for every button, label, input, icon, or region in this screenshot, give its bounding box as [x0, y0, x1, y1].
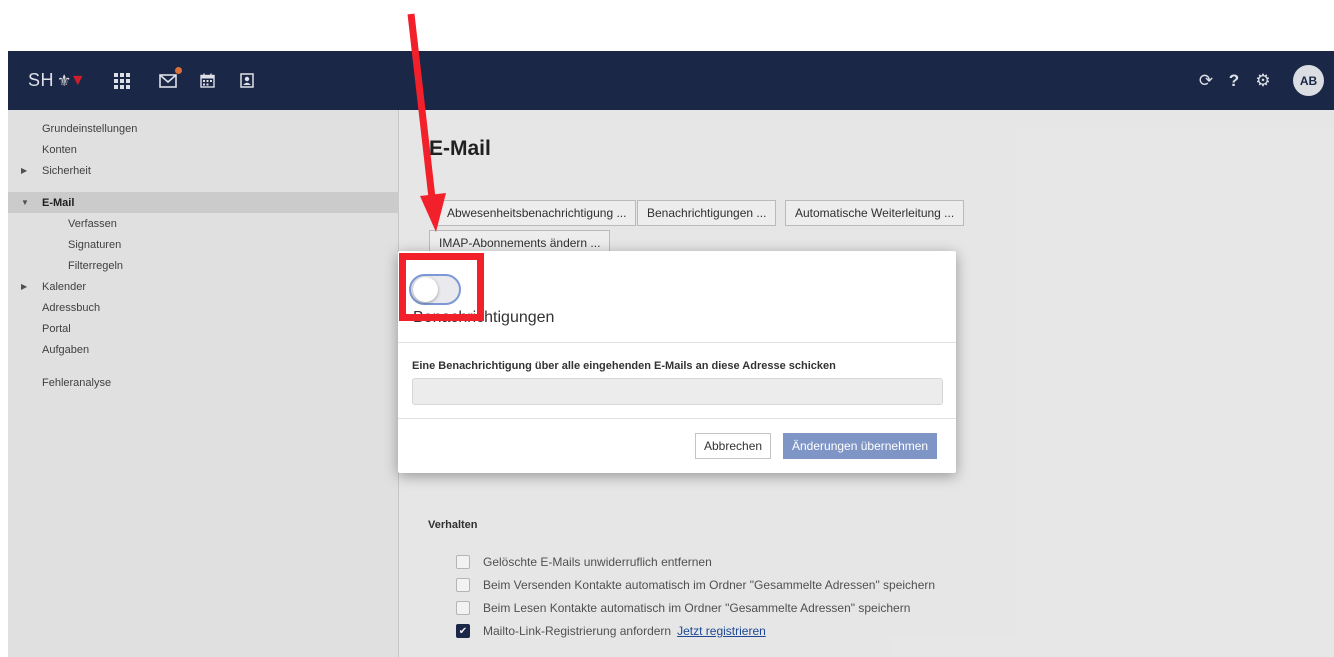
- divider: [398, 418, 956, 419]
- notification-email-input[interactable]: [412, 378, 943, 405]
- apply-button[interactable]: Änderungen übernehmen: [783, 433, 938, 459]
- toggle-knob: [413, 277, 438, 302]
- cancel-button[interactable]: Abbrechen: [695, 433, 772, 459]
- notifications-dialog: Benachrichtigungen Eine Benachrichtigung…: [398, 251, 956, 473]
- field-label: Eine Benachrichtigung über alle eingehen…: [412, 360, 836, 372]
- app-window: SH ⚜ ▼ ⟳ ? ⚙ AB Grundeinstellungen Konte…: [8, 51, 1334, 657]
- notification-toggle[interactable]: [409, 274, 461, 305]
- dialog-title: Benachrichtigungen: [413, 309, 555, 326]
- divider: [398, 342, 956, 343]
